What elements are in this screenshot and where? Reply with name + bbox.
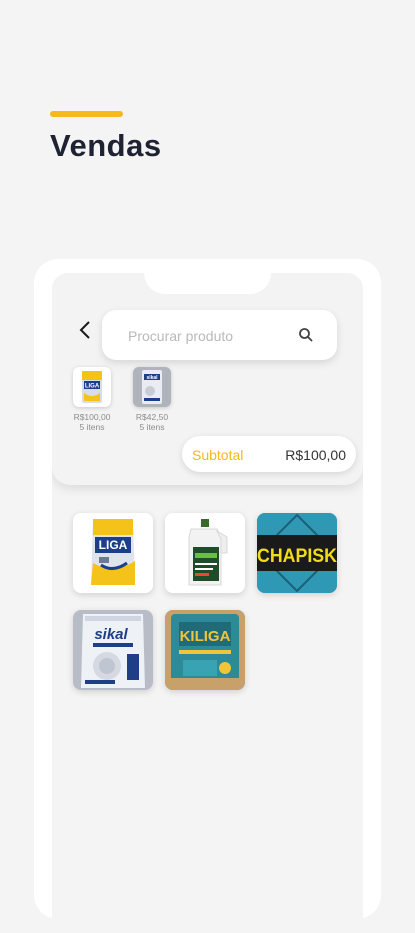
svg-text:KILIGA: KILIGA [180,628,231,645]
cart-item-thumbnail: sikal [133,367,171,407]
cart-item-quantity: 5 itens [79,422,105,432]
title-accent-bar [50,111,123,117]
svg-text:sikal: sikal [94,626,128,643]
cart-panel: LIGA R$100,00 5 itens sikal [52,273,363,485]
sikal-bag-icon: sikal [73,610,153,690]
product-card[interactable] [165,513,245,593]
cart-item[interactable]: sikal R$42,50 5 itens [129,367,175,432]
subtotal-value: R$100,00 [285,447,346,463]
cart-item-price: R$100,00 [73,412,111,422]
svg-text:sikal: sikal [146,375,158,381]
svg-text:LIGA: LIGA [85,384,100,390]
subtotal-bar[interactable]: Subtotal R$100,00 [182,436,356,472]
cart-item[interactable]: LIGA R$100,00 5 itens [69,367,115,432]
cart-item-price: R$42,50 [135,412,169,422]
phone-screen: LIGA R$100,00 5 itens sikal [52,273,363,933]
phone-notch [144,273,271,294]
product-card[interactable]: sikal [73,610,153,690]
liga-bag-icon: LIGA [73,513,153,593]
phone-frame: LIGA R$100,00 5 itens sikal [34,259,381,933]
search-icon[interactable] [298,327,314,343]
svg-text:CHAPISK: CHAPISK [257,546,337,567]
svg-text:LIGA: LIGA [99,538,128,552]
search-input[interactable] [126,324,290,348]
bottle-icon [165,513,245,593]
search-bar [102,310,337,360]
page-title: Vendas [50,128,162,163]
product-card[interactable]: KILIGA [165,610,245,690]
chapisk-logo: CHAPISK [257,513,337,593]
back-button[interactable] [74,318,98,342]
product-card[interactable]: CHAPISK [257,513,337,593]
chevron-left-icon [79,321,90,339]
cart-item-thumbnail: LIGA [73,367,111,407]
product-card[interactable]: LIGA [73,513,153,593]
kiliga-bag-icon: KILIGA [165,610,245,690]
subtotal-label: Subtotal [192,447,244,463]
cart-item-quantity: 5 itens [139,422,165,432]
